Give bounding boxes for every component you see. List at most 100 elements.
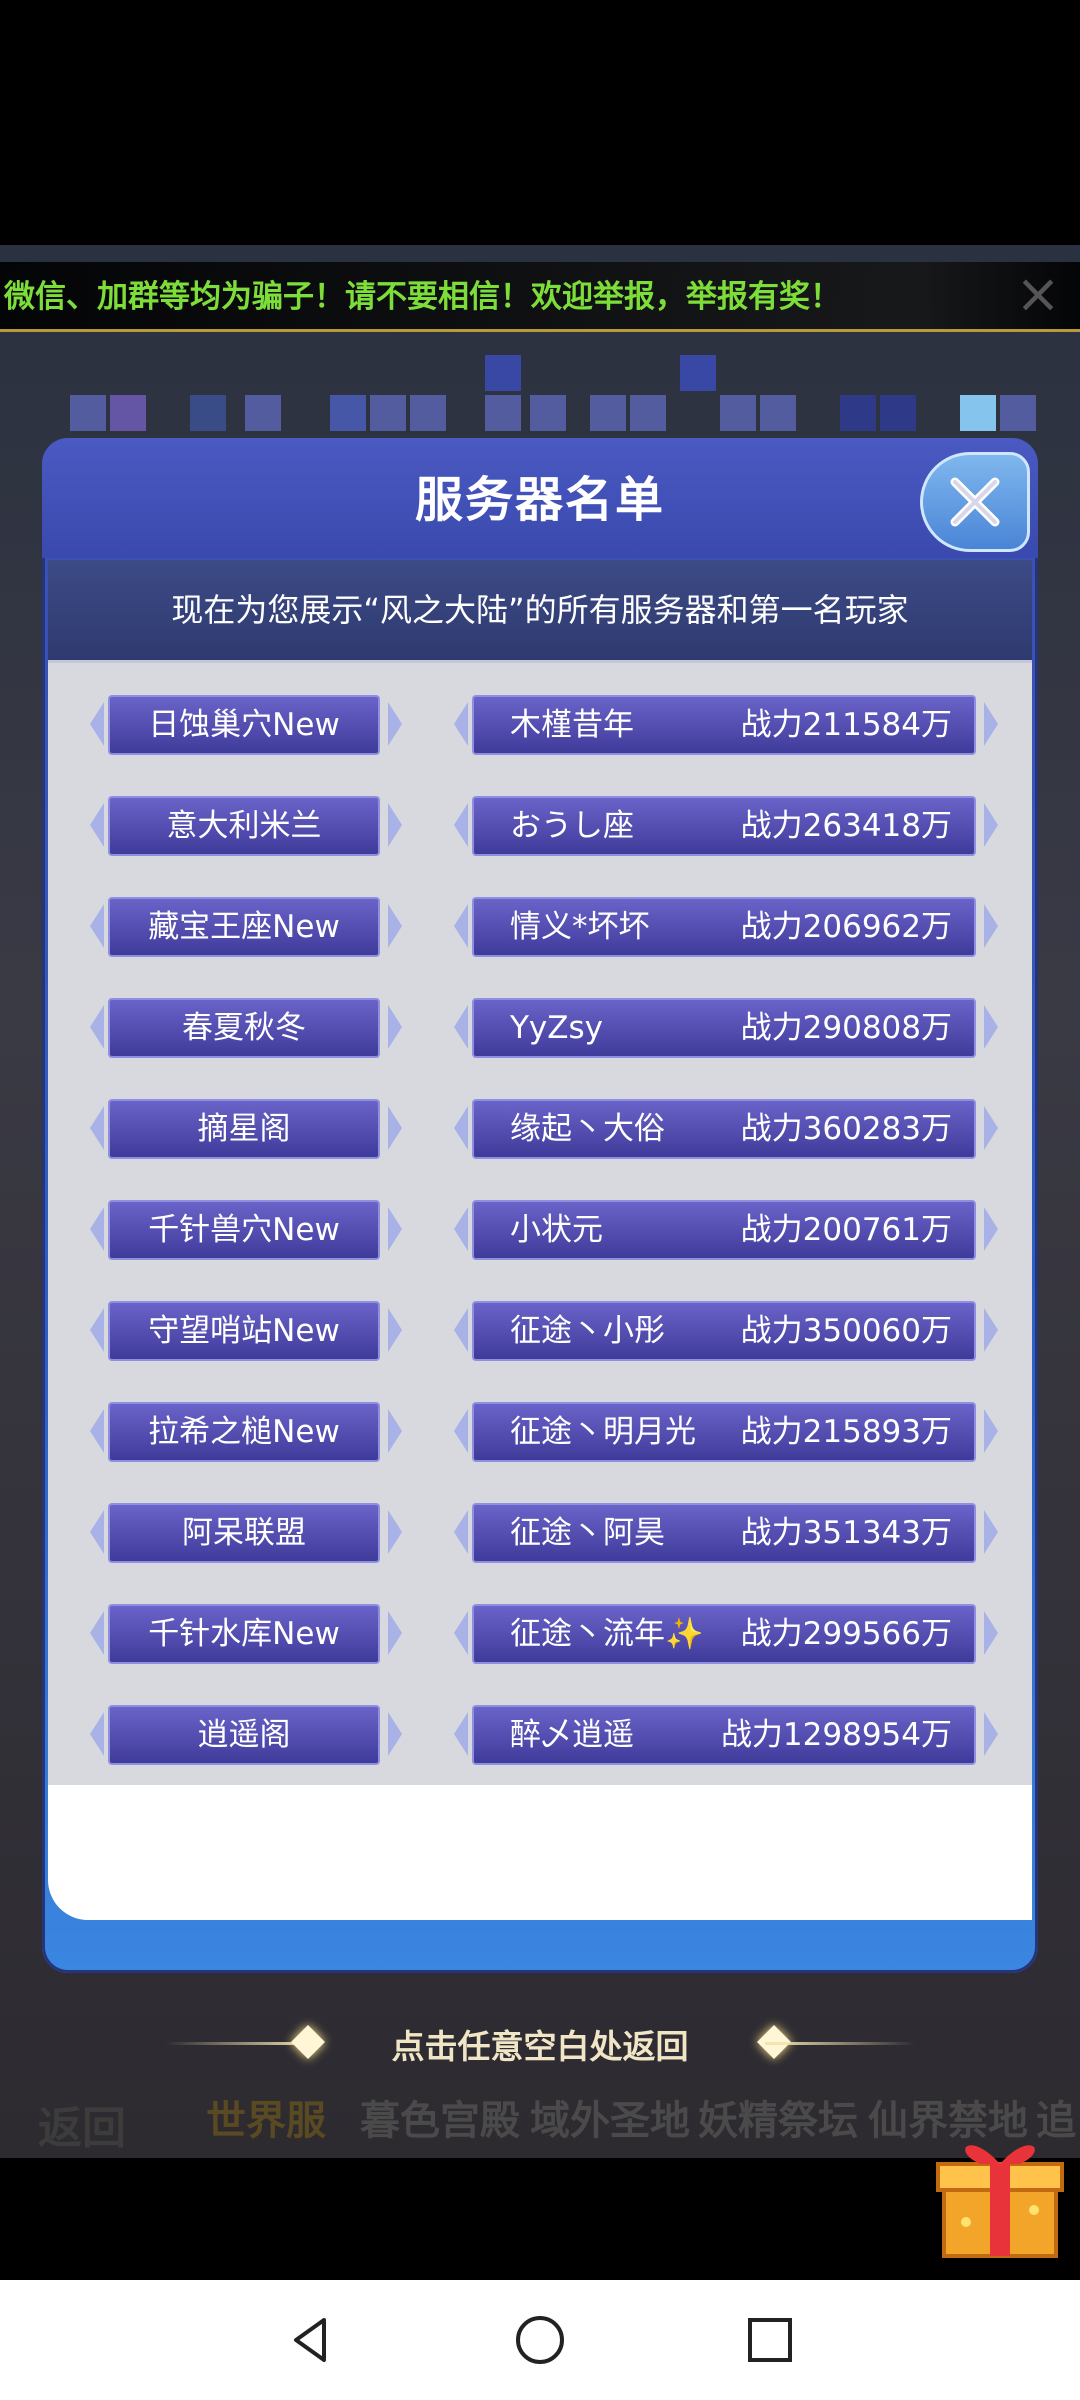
player-power: 战力215893万	[740, 1414, 952, 1450]
table-row: 意大利米兰 おうし座 战力263418万	[48, 791, 1032, 861]
top-player-button[interactable]: 征途丶阿昊 战力351343万	[472, 1503, 976, 1563]
chevron-left-icon	[90, 1308, 104, 1352]
chevron-right-icon	[388, 1308, 402, 1352]
server-button[interactable]: 守望哨站New	[108, 1301, 380, 1361]
chevron-left-icon	[90, 1207, 104, 1251]
chevron-right-icon	[388, 1611, 402, 1655]
chevron-left-icon	[90, 1106, 104, 1150]
top-player-button[interactable]: 缘起丶大俗 战力360283万	[472, 1099, 976, 1159]
table-row: 千针水库New 征途丶流年✨ 战力299566万	[48, 1599, 1032, 1669]
chevron-left-icon	[90, 1409, 104, 1453]
chevron-left-icon	[90, 702, 104, 746]
dialog-title: 服务器名单	[414, 472, 665, 528]
player-name: 征途丶小彤	[510, 1313, 665, 1349]
player-power: 战力263418万	[740, 808, 952, 844]
server-button[interactable]: 日蚀巢穴New	[108, 695, 380, 755]
table-row: 拉希之槌New 征途丶明月光 战力215893万	[48, 1397, 1032, 1467]
marquee-text: 微信、加群等均为骗子！请不要相信！欢迎举报，举报有奖！	[4, 279, 841, 315]
player-power: 战力299566万	[740, 1616, 952, 1652]
player-power: 战力206962万	[740, 909, 952, 945]
tab-outland-sanctuary[interactable]: 域外圣地	[530, 2088, 690, 2146]
tab-fairy-altar[interactable]: 妖精祭坛	[698, 2088, 858, 2146]
tab-world-server[interactable]: 世界服	[206, 2088, 326, 2146]
chevron-right-icon	[388, 803, 402, 847]
server-button[interactable]: 阿呆联盟	[108, 1503, 380, 1563]
table-row: 逍遥阁 醉乄逍遥 战力1298954万	[48, 1700, 1032, 1770]
home-circle-icon[interactable]	[510, 2310, 570, 2370]
player-name: 醉乄逍遥	[510, 1717, 634, 1753]
top-player-button[interactable]: 征途丶小彤 战力350060万	[472, 1301, 976, 1361]
dialog-footer-band	[48, 1785, 1032, 1920]
server-button[interactable]: 摘星阁	[108, 1099, 380, 1159]
scam-warning-marquee: 微信、加群等均为骗子！请不要相信！欢迎举报，举报有奖！	[0, 262, 1080, 332]
chevron-left-icon	[454, 904, 468, 948]
server-button[interactable]: 意大利米兰	[108, 796, 380, 856]
server-list-dialog: 服务器名单 现在为您展示“风之大陆”的所有服务器和第一名玩家 日蚀巢穴New 木…	[42, 438, 1038, 1973]
player-power: 战力211584万	[740, 707, 952, 743]
top-player-button[interactable]: 木槿昔年 战力211584万	[472, 695, 976, 755]
recent-square-icon[interactable]	[740, 2310, 800, 2370]
server-button[interactable]: 藏宝王座New	[108, 897, 380, 957]
server-button[interactable]: 逍遥阁	[108, 1705, 380, 1765]
player-name: 小状元	[510, 1212, 603, 1248]
chevron-left-icon	[454, 1005, 468, 1049]
chevron-right-icon	[388, 1005, 402, 1049]
chevron-left-icon	[454, 803, 468, 847]
chevron-left-icon	[454, 1106, 468, 1150]
player-power: 战力200761万	[740, 1212, 952, 1248]
list-description: 现在为您展示“风之大陆”的所有服务器和第一名玩家	[48, 560, 1032, 663]
player-power: 战力290808万	[740, 1010, 952, 1046]
chevron-right-icon	[388, 1510, 402, 1554]
tab-twilight-palace[interactable]: 暮色宫殿	[360, 2088, 520, 2146]
player-name: 征途丶明月光	[510, 1414, 696, 1450]
chevron-left-icon	[454, 1510, 468, 1554]
top-player-button[interactable]: 情义*坏坏 战力206962万	[472, 897, 976, 957]
top-player-button[interactable]: 醉乄逍遥 战力1298954万	[472, 1705, 976, 1765]
chevron-right-icon	[388, 1207, 402, 1251]
table-row: 千针兽穴New 小状元 战力200761万	[48, 1195, 1032, 1265]
player-power: 战力1298954万	[720, 1717, 952, 1753]
player-name: 情义*坏坏	[510, 909, 650, 945]
chevron-right-icon	[984, 1611, 998, 1655]
chevron-left-icon	[90, 904, 104, 948]
player-name: 征途丶阿昊	[510, 1515, 665, 1551]
player-name: 缘起丶大俗	[510, 1111, 665, 1147]
chevron-left-icon	[90, 803, 104, 847]
top-player-button[interactable]: 征途丶流年✨ 战力299566万	[472, 1604, 976, 1664]
top-player-button[interactable]: おうし座 战力263418万	[472, 796, 976, 856]
chevron-right-icon	[388, 904, 402, 948]
server-list-panel[interactable]: 现在为您展示“风之大陆”的所有服务器和第一名玩家 日蚀巢穴New 木槿昔年 战力…	[48, 560, 1032, 1785]
back-triangle-icon[interactable]	[280, 2310, 340, 2370]
chevron-left-icon	[454, 702, 468, 746]
player-name: 征途丶流年✨	[510, 1616, 704, 1652]
table-row: 阿呆联盟 征途丶阿昊 战力351343万	[48, 1498, 1032, 1568]
chevron-right-icon	[984, 1106, 998, 1150]
top-player-button[interactable]: 小状元 战力200761万	[472, 1200, 976, 1260]
chevron-right-icon	[984, 702, 998, 746]
chevron-right-icon	[388, 702, 402, 746]
chevron-right-icon	[984, 1712, 998, 1756]
gift-box-icon[interactable]	[930, 2130, 1070, 2260]
dialog-header: 服务器名单	[42, 438, 1038, 558]
server-button[interactable]: 千针兽穴New	[108, 1200, 380, 1260]
chevron-right-icon	[984, 1409, 998, 1453]
server-button[interactable]: 拉希之槌New	[108, 1402, 380, 1462]
chevron-left-icon	[454, 1712, 468, 1756]
chevron-right-icon	[388, 1409, 402, 1453]
chevron-right-icon	[388, 1712, 402, 1756]
top-player-button[interactable]: YyZsy 战力290808万	[472, 998, 976, 1058]
server-button[interactable]: 千针水库New	[108, 1604, 380, 1664]
chevron-right-icon	[388, 1106, 402, 1150]
table-row: 摘星阁 缘起丶大俗 战力360283万	[48, 1094, 1032, 1164]
back-tab-button[interactable]: 返回	[38, 2092, 126, 2156]
close-button[interactable]	[920, 452, 1030, 552]
top-player-button[interactable]: 征途丶明月光 战力215893万	[472, 1402, 976, 1462]
hint-divider-right	[765, 2042, 915, 2045]
marquee-close-icon[interactable]: ×	[1010, 266, 1066, 322]
chevron-left-icon	[90, 1611, 104, 1655]
table-row: 日蚀巢穴New 木槿昔年 战力211584万	[48, 690, 1032, 760]
chevron-left-icon	[454, 1308, 468, 1352]
server-button[interactable]: 春夏秋冬	[108, 998, 380, 1058]
table-row: 守望哨站New 征途丶小彤 战力350060万	[48, 1296, 1032, 1366]
tap-to-return-hint: 点击任意空白处返回	[391, 2027, 689, 2066]
